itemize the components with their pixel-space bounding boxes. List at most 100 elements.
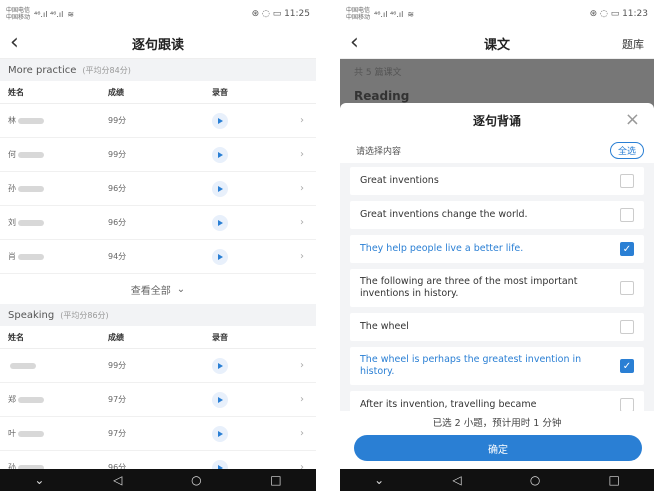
sentence-text: The wheel is perhaps the greatest invent…	[360, 354, 582, 377]
checkbox-checked[interactable]: ✓	[620, 359, 634, 373]
carrier-1: 中国电信	[6, 7, 31, 14]
back-triangle-icon[interactable]: ◁	[452, 473, 461, 487]
sentence-item[interactable]: The following are three of the most impo…	[350, 269, 644, 307]
play-icon[interactable]	[212, 391, 228, 408]
table-row[interactable]: 郑 97分 ›	[0, 383, 316, 417]
play-icon[interactable]	[212, 214, 228, 231]
status-icons: ⊛ ◌ ▭	[589, 9, 623, 19]
confirm-button[interactable]: 确定	[354, 435, 642, 461]
status-icons: ⊛ ◌ ▭	[251, 9, 285, 19]
col-score: 成绩	[108, 332, 124, 342]
sentence-item[interactable]: Great inventions change the world.	[350, 201, 644, 229]
signal-icon: ⁴⁶.ıl ⁴⁶.ıl	[34, 9, 64, 19]
sentence-list: Great inventions Great inventions change …	[340, 163, 654, 411]
student-name: 何	[8, 150, 16, 159]
blurred-name	[18, 185, 44, 192]
chevron-right-icon[interactable]: ›	[272, 428, 316, 439]
checkbox[interactable]	[620, 398, 634, 411]
chevron-right-icon[interactable]: ›	[272, 217, 316, 228]
student-score: 96分	[108, 184, 127, 193]
chevron-right-icon[interactable]: ›	[272, 251, 316, 262]
sheet-title: 逐句背诵	[472, 113, 521, 128]
chevron-down-icon: ⌄	[176, 283, 186, 295]
back-icon[interactable]: ‹	[350, 30, 359, 55]
right-screen: 中国电信 中国移动 ⁴⁶.ıl ⁴⁶.ıl ≋ ⊛ ◌ ▭ 11:23 ‹ 课文 …	[340, 0, 654, 491]
col-recording: 录音	[212, 332, 228, 342]
chevron-right-icon[interactable]: ›	[272, 115, 316, 126]
blurred-name	[18, 253, 44, 260]
nav-bar: ‹ 课文 题库	[340, 28, 654, 59]
sentence-item[interactable]: The wheel is perhaps the greatest invent…	[350, 347, 644, 385]
sentence-item[interactable]: After its invention, travelling became	[350, 391, 644, 411]
col-recording: 录音	[212, 87, 228, 97]
sheet-header: 逐句背诵 ×	[340, 103, 654, 137]
select-all-button[interactable]: 全选	[609, 141, 644, 159]
carrier-1: 中国电信	[346, 7, 371, 14]
chevron-right-icon[interactable]: ›	[272, 183, 316, 194]
home-circle-icon[interactable]: ○	[530, 473, 540, 487]
play-icon[interactable]	[212, 248, 228, 265]
checkbox-checked[interactable]: ✓	[620, 242, 634, 256]
close-icon[interactable]: ×	[625, 109, 640, 130]
table-row[interactable]: 林 99分 ›	[0, 104, 316, 138]
sentence-item[interactable]: Great inventions	[350, 167, 644, 195]
play-icon[interactable]	[212, 112, 228, 129]
page-title: 课文	[483, 37, 510, 53]
back-icon[interactable]: ‹	[10, 30, 19, 55]
table-row[interactable]: 99分 ›	[0, 349, 316, 383]
checkbox[interactable]	[620, 208, 634, 222]
student-score: 96分	[108, 218, 127, 227]
student-name: 郑	[8, 395, 16, 404]
chevron-down-icon[interactable]: ⌄	[34, 473, 44, 487]
view-all-link[interactable]: 查看全部 ⌄	[0, 274, 316, 304]
section-name: More practice	[8, 64, 77, 76]
play-icon[interactable]	[212, 146, 228, 163]
table-row[interactable]: 孙 96分 ›	[0, 172, 316, 206]
chevron-right-icon[interactable]: ›	[272, 360, 316, 371]
table-row[interactable]: 刘 96分 ›	[0, 206, 316, 240]
sentence-item[interactable]: The wheel	[350, 313, 644, 341]
choose-row: 请选择内容 全选	[340, 137, 654, 163]
student-score: 97分	[108, 395, 127, 404]
system-nav-bar: ⌄ ◁ ○ □	[0, 469, 316, 491]
table-row[interactable]: 何 99分 ›	[0, 138, 316, 172]
chevron-right-icon[interactable]: ›	[272, 394, 316, 405]
play-icon[interactable]	[212, 425, 228, 442]
student-name: 孙	[8, 184, 16, 193]
chevron-right-icon[interactable]: ›	[272, 149, 316, 160]
section-header: Speaking (平均分86分)	[0, 304, 316, 326]
student-name: 刘	[8, 218, 16, 227]
left-screen: 中国电信 中国移动 ⁴⁶.ıl ⁴⁶.ıl ≋ ⊛ ◌ ▭ 11:25 ‹ 逐句跟…	[0, 0, 316, 491]
back-triangle-icon[interactable]: ◁	[113, 473, 122, 487]
table-row[interactable]: 叶 97分 ›	[0, 417, 316, 451]
recents-square-icon[interactable]: □	[270, 473, 281, 487]
play-icon[interactable]	[212, 357, 228, 374]
blurred-name	[18, 219, 44, 226]
chevron-down-icon[interactable]: ⌄	[374, 473, 384, 487]
recents-square-icon[interactable]: □	[609, 473, 620, 487]
sentence-text: After its invention, travelling became	[360, 399, 537, 410]
column-header: 姓名 成绩 录音	[0, 81, 316, 104]
student-name: 叶	[8, 429, 16, 438]
sentence-text: Great inventions change the world.	[360, 209, 528, 220]
section-average: (平均分86分)	[60, 310, 109, 320]
play-icon[interactable]	[212, 180, 228, 197]
sentence-item[interactable]: They help people live a better life. ✓	[350, 235, 644, 263]
sentence-text: The wheel	[360, 321, 409, 332]
table-row[interactable]: 肖 94分 ›	[0, 240, 316, 274]
page-title: 逐句跟读	[131, 37, 184, 53]
blurred-name	[18, 151, 44, 158]
home-circle-icon[interactable]: ○	[191, 473, 201, 487]
status-bar: 中国电信 中国移动 ⁴⁶.ıl ⁴⁶.ıl ≋ ⊛ ◌ ▭ 11:23	[340, 0, 654, 28]
checkbox[interactable]	[620, 281, 634, 295]
choose-label: 请选择内容	[356, 146, 402, 157]
status-time: 11:25	[284, 9, 310, 19]
status-time: 11:23	[622, 9, 648, 19]
blurred-name	[10, 362, 36, 369]
checkbox[interactable]	[620, 174, 634, 188]
selection-summary: 已选 2 小题，预计用时 1 分钟	[432, 418, 562, 429]
student-score: 99分	[108, 361, 127, 370]
student-score: 99分	[108, 150, 127, 159]
checkbox[interactable]	[620, 320, 634, 334]
question-bank-link[interactable]: 题库	[622, 36, 644, 52]
